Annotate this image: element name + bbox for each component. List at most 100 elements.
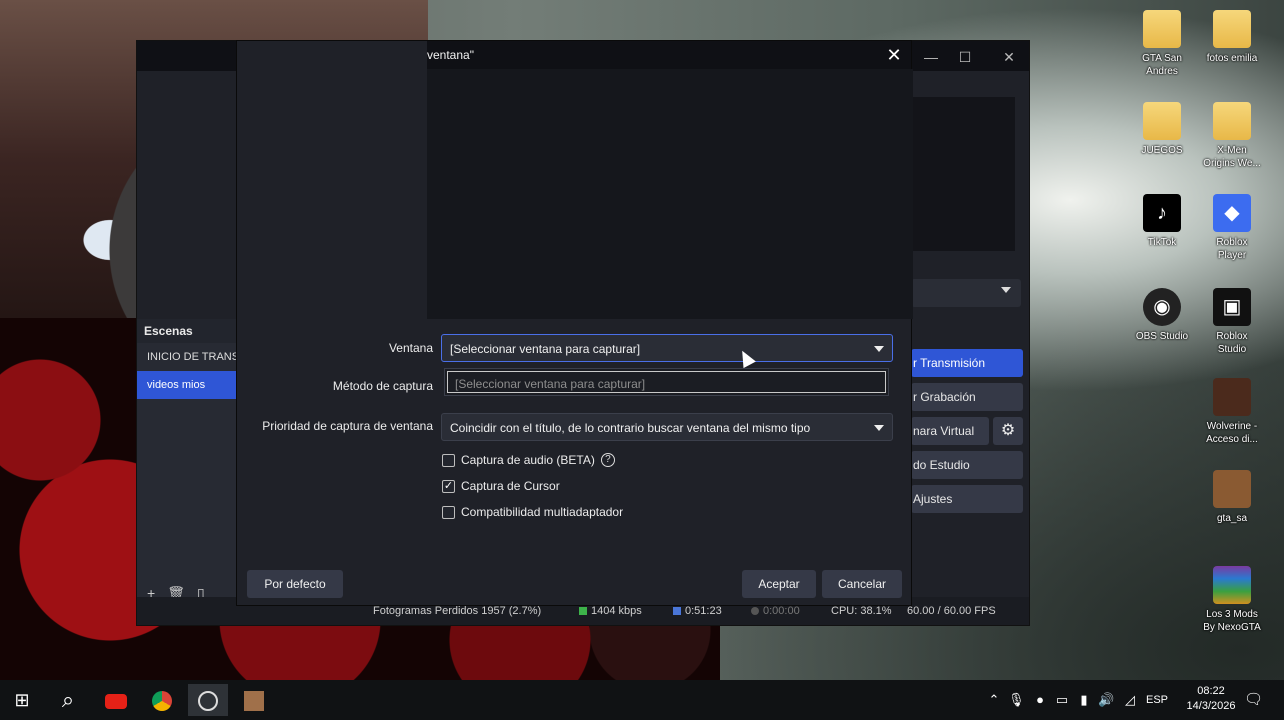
desktop-icon-label: Roblox Studio bbox=[1216, 331, 1248, 355]
youtube-icon bbox=[105, 693, 127, 709]
dropped-frames: Fotogramas Perdidos 1957 (2.7%) bbox=[373, 605, 542, 617]
search-button[interactable]: ⌕ bbox=[48, 684, 88, 716]
desktop-icon-fotos-emilia[interactable]: fotos emilia bbox=[1202, 10, 1262, 65]
audio-capture-checkbox[interactable] bbox=[442, 453, 455, 467]
desktop-icon-gta-san-andres[interactable]: GTA San Andres bbox=[1132, 10, 1192, 78]
capture-preview bbox=[427, 69, 913, 319]
settings-button[interactable]: Ajustes bbox=[911, 485, 1023, 513]
folder-icon bbox=[1213, 102, 1251, 140]
desktop-icon-gta-sa[interactable]: gta_sa bbox=[1202, 470, 1262, 525]
clock-date: 14/3/2026 bbox=[1186, 700, 1236, 712]
minimize-icon[interactable]: — bbox=[921, 47, 941, 67]
desktop-icon-los-3-mods[interactable]: Los 3 Mods By NexoGTA bbox=[1202, 566, 1262, 634]
desktop-icon-obs-studio[interactable]: ◉ OBS Studio bbox=[1132, 288, 1192, 343]
desktop-icon-tiktok[interactable]: ♪ TikTok bbox=[1132, 194, 1192, 249]
help-icon[interactable]: ? bbox=[600, 453, 615, 467]
volume-icon[interactable]: 🔊 bbox=[1098, 692, 1114, 708]
capture-priority-value: Coincidir con el título, de lo contrario… bbox=[450, 421, 811, 435]
taskbar: ⊞ ⌕ ⌃ 🎙 ● ▭ ▮ 🔊 ◿ ESP 08:22 14/3/2026 🗨 bbox=[0, 680, 1284, 720]
taskbar-youtube[interactable] bbox=[96, 684, 136, 716]
roblox-icon: ◆ bbox=[1213, 194, 1251, 232]
desktop-icon-xmen[interactable]: X-Men Origins We... bbox=[1202, 102, 1262, 170]
maximize-icon[interactable]: ☐ bbox=[955, 47, 975, 67]
folder-icon bbox=[1143, 10, 1181, 48]
desktop-icon-label: gta_sa bbox=[1216, 513, 1248, 524]
desktop-icon-juegos[interactable]: JUEGOS bbox=[1132, 102, 1192, 157]
obs-icon: ◉ bbox=[1143, 288, 1181, 326]
obs-icon bbox=[198, 691, 218, 712]
taskbar-obs[interactable] bbox=[188, 684, 228, 716]
taskbar-chrome[interactable] bbox=[142, 684, 182, 716]
close-icon[interactable]: ✕ bbox=[999, 47, 1019, 67]
start-button[interactable]: ⊞ bbox=[2, 684, 42, 716]
obs-preview bbox=[911, 97, 1015, 251]
record-time: 0:00:00 bbox=[751, 605, 800, 617]
desktop-icon-label: TikTok bbox=[1147, 237, 1177, 248]
battery-icon[interactable]: ▮ bbox=[1076, 692, 1092, 708]
multi-adapter-label: Compatibilidad multiadaptador bbox=[461, 505, 624, 519]
close-icon[interactable]: ✕ bbox=[883, 44, 905, 66]
start-streaming-button[interactable]: r Transmisión bbox=[911, 349, 1023, 377]
audio-capture-label: Captura de audio (BETA) bbox=[461, 453, 595, 467]
defaults-button[interactable]: Por defecto bbox=[247, 570, 343, 598]
desktop-icon-label: Los 3 Mods By NexoGTA bbox=[1203, 609, 1261, 633]
notifications-icon[interactable]: 🗨 bbox=[1244, 692, 1263, 708]
chevron-up-icon[interactable]: ⌃ bbox=[986, 692, 1002, 708]
multi-adapter-option[interactable]: Compatibilidad multiadaptador bbox=[442, 502, 623, 522]
audio-capture-option[interactable]: Captura de audio (BETA) ? bbox=[442, 450, 615, 470]
desktop-icon-roblox-player[interactable]: ◆ Roblox Player bbox=[1202, 194, 1262, 262]
capture-priority-select[interactable]: Coincidir con el título, de lo contrario… bbox=[441, 413, 893, 441]
window-select[interactable]: [Seleccionar ventana para capturar] bbox=[441, 334, 893, 362]
multi-adapter-checkbox[interactable] bbox=[442, 505, 455, 519]
chevron-down-icon bbox=[1001, 287, 1011, 293]
taskbar-game[interactable] bbox=[234, 684, 274, 716]
virtual-camera-settings-gear-icon[interactable]: ⚙ bbox=[993, 417, 1023, 445]
capture-priority-label: Prioridad de captura de ventana bbox=[262, 419, 433, 433]
fps-readout: 60.00 / 60.00 FPS bbox=[907, 605, 996, 617]
scenes-header: Escenas bbox=[137, 319, 237, 343]
chevron-down-icon bbox=[874, 425, 884, 431]
cursor-capture-checkbox[interactable]: ✓ bbox=[442, 479, 455, 493]
window-dropdown-list: [Seleccionar ventana para capturar] bbox=[444, 368, 889, 396]
clock-time: 08:22 bbox=[1197, 685, 1225, 697]
window-select-value: [Seleccionar ventana para capturar] bbox=[450, 342, 641, 356]
device-icon[interactable]: ▭ bbox=[1054, 692, 1070, 708]
language-indicator[interactable]: ESP bbox=[1146, 694, 1168, 720]
folder-icon bbox=[1213, 10, 1251, 48]
desktop-icon-wolverine[interactable]: Wolverine - Acceso di... bbox=[1202, 378, 1262, 446]
window-capture-properties-dialog: ventana" ✕ Ventana [Seleccionar ventana … bbox=[236, 40, 913, 606]
scene-item[interactable]: INICIO DE TRANSMISION bbox=[137, 343, 237, 371]
cpu-usage: CPU: 38.1% bbox=[831, 605, 892, 617]
bitrate: 1404 kbps bbox=[579, 605, 642, 617]
cursor-capture-option[interactable]: ✓ Captura de Cursor bbox=[442, 476, 560, 496]
shortcut-icon bbox=[1213, 470, 1251, 508]
accept-button[interactable]: Aceptar bbox=[742, 570, 816, 598]
shortcut-icon bbox=[1213, 378, 1251, 416]
dialog-title: ventana" bbox=[427, 48, 474, 62]
cancel-button[interactable]: Cancelar bbox=[822, 570, 902, 598]
scene-item-active[interactable]: videos mios bbox=[137, 371, 237, 399]
clock[interactable]: 08:22 14/3/2026 bbox=[1186, 684, 1236, 720]
yellow-app-icon[interactable]: ● bbox=[1032, 692, 1048, 708]
obs-scene-combo[interactable] bbox=[911, 279, 1021, 307]
chrome-icon bbox=[152, 691, 172, 712]
desktop-icon-label: fotos emilia bbox=[1206, 53, 1258, 64]
search-icon: ⌕ bbox=[61, 687, 75, 712]
network-icon[interactable]: ◿ bbox=[1122, 692, 1138, 708]
studio-mode-button[interactable]: do Estudio bbox=[911, 451, 1023, 479]
desktop-icon-roblox-studio[interactable]: ▣ Roblox Studio bbox=[1202, 288, 1262, 356]
desktop-icon-label: JUEGOS bbox=[1141, 145, 1183, 156]
windows-icon: ⊞ bbox=[14, 690, 30, 710]
scenes-panel: Escenas INICIO DE TRANSMISION videos mio… bbox=[137, 319, 237, 625]
stream-time: 0:51:23 bbox=[673, 605, 722, 617]
microphone-icon[interactable]: 🎙 bbox=[1008, 692, 1025, 708]
desktop-icon-label: Roblox Player bbox=[1216, 237, 1248, 261]
winrar-icon bbox=[1213, 566, 1251, 604]
window-dropdown-option[interactable]: [Seleccionar ventana para capturar] bbox=[447, 371, 886, 393]
folder-icon bbox=[1143, 102, 1181, 140]
virtual-camera-button[interactable]: nara Virtual bbox=[911, 417, 989, 445]
window-label: Ventana bbox=[388, 341, 433, 355]
cursor-capture-label: Captura de Cursor bbox=[461, 479, 560, 493]
dialog-titlebar: ventana" ✕ bbox=[427, 41, 911, 69]
start-recording-button[interactable]: r Grabación bbox=[911, 383, 1023, 411]
